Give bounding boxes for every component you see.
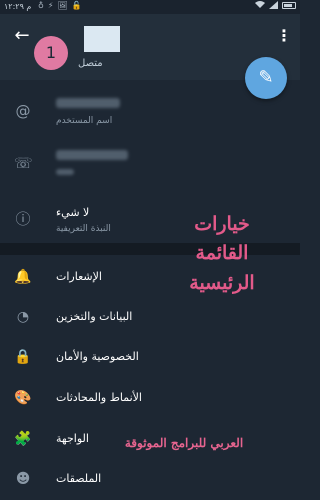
more-vert-icon: ⋮ xyxy=(276,26,292,45)
battery-icon xyxy=(282,1,296,9)
notification-icon: ♁ xyxy=(38,1,44,10)
settings-item-label: الإشعارات xyxy=(56,270,102,283)
avatar[interactable]: 1 xyxy=(34,36,68,70)
settings-item-label: الملصقات xyxy=(56,472,102,485)
annotation-line: الرئيسية xyxy=(189,271,255,294)
unlock-icon: 🔓 xyxy=(71,1,82,10)
sticker-icon: ☻ xyxy=(15,471,31,487)
settings-item-chat-settings[interactable]: 🎨 الأنماط والمحادثات xyxy=(0,378,300,418)
avatar-number: 1 xyxy=(45,43,57,62)
status-bar: م ١٢:٢٩ ♁ ⚡ 🖼 🔓 xyxy=(0,0,300,14)
status-right-icons xyxy=(255,1,296,9)
settings-item-label: الواجهة xyxy=(56,432,89,445)
phone-value-redacted xyxy=(56,150,128,163)
settings-item-privacy[interactable]: 🔒 الخصوصية والأمان xyxy=(0,337,300,377)
settings-item-label: البيانات والتخزين xyxy=(56,310,133,323)
online-status: متصل xyxy=(78,58,103,69)
palette-icon: 🎨 xyxy=(14,390,32,406)
wifi-icon xyxy=(255,1,265,8)
at-icon: @ xyxy=(15,102,31,120)
bell-icon: 🔔 xyxy=(14,269,32,285)
username-value-redacted xyxy=(56,98,120,111)
back-button[interactable]: ← xyxy=(10,24,34,48)
image-icon: 🖼 xyxy=(57,1,68,10)
annotation-line: خيارات xyxy=(194,213,250,235)
settings-item-label: الخصوصية والأمان xyxy=(56,350,139,363)
phone-caption-redacted xyxy=(56,168,74,178)
status-left-icons: ♁ ⚡ 🖼 🔓 xyxy=(38,1,82,10)
signal-icon xyxy=(269,1,278,9)
settings-item-label: الأنماط والمحادثات xyxy=(56,391,142,404)
watermark-text: العربي للبرامج الموثوقة xyxy=(124,436,244,450)
info-icon: ⓘ xyxy=(15,210,31,228)
phone-row[interactable]: ☏ xyxy=(0,142,300,192)
status-time: م ١٢:٢٩ xyxy=(4,2,32,11)
username-caption: اسم المستخدم xyxy=(56,116,113,126)
more-options-button[interactable]: ⋮ xyxy=(276,24,292,48)
settings-item-data-storage[interactable]: ◔ البيانات والتخزين xyxy=(0,297,300,337)
pencil-icon: ✎ xyxy=(258,67,274,88)
charging-icon: ⚡ xyxy=(47,1,54,10)
arrow-left-icon: ← xyxy=(14,25,30,46)
annotation-line: القائمة xyxy=(195,242,249,265)
puzzle-icon: 🧩 xyxy=(14,431,32,447)
lock-icon: 🔒 xyxy=(14,349,32,365)
overlay-annotation: خيارات القائمة الرئيسية xyxy=(178,210,266,298)
bio-caption: النبذة التعريفية xyxy=(56,224,111,234)
storage-icon: ◔ xyxy=(16,309,30,325)
edit-profile-button[interactable]: ✎ xyxy=(245,57,287,99)
username-row[interactable]: @ اسم المستخدم xyxy=(0,90,300,140)
bio-value: لا شيء xyxy=(56,206,90,219)
profile-name-redacted xyxy=(84,26,120,52)
phone-icon: ☏ xyxy=(14,154,33,172)
settings-item-stickers[interactable]: ☻ الملصقات xyxy=(0,459,300,499)
